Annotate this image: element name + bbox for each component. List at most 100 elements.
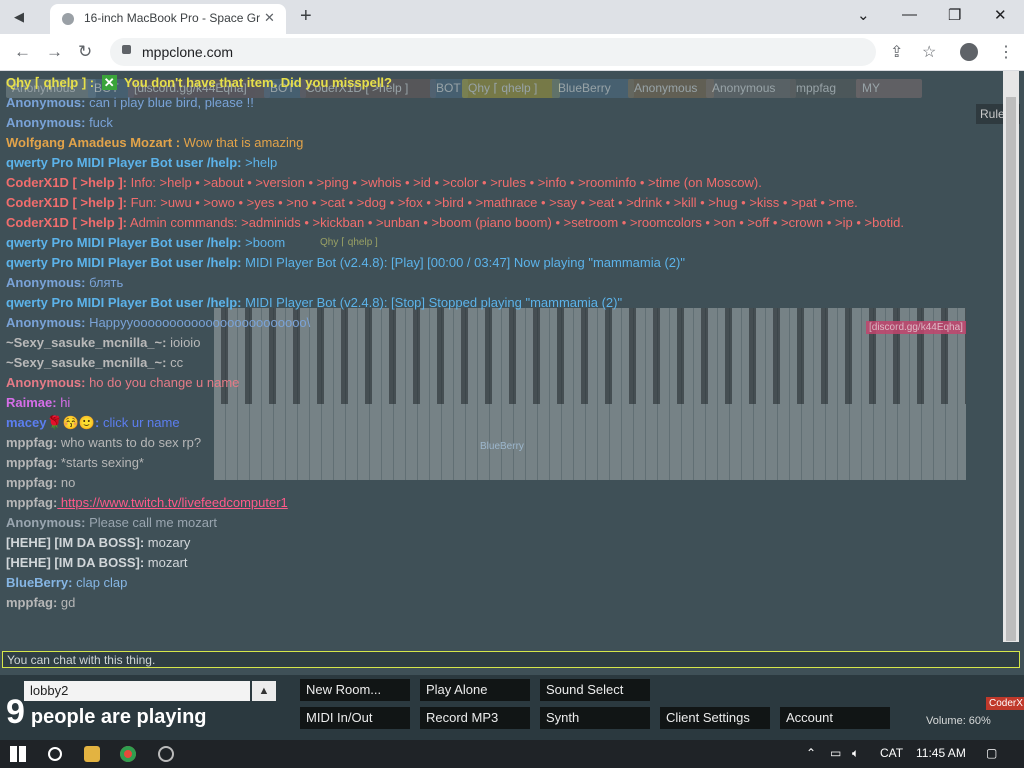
chat-sender[interactable]: BlueBerry:: [6, 575, 72, 590]
chat-text: cc: [166, 355, 184, 370]
chat-sender[interactable]: Anonymous:: [6, 95, 85, 110]
chat-text: MIDI Player Bot (v2.4.8): [Play] [00:00 …: [241, 255, 685, 270]
chat-text: gd: [57, 595, 76, 610]
back-icon[interactable]: ←: [14, 42, 31, 62]
chat-sender[interactable]: mppfag:: [6, 495, 57, 510]
tab-favicon-icon: [62, 13, 74, 25]
chat-sender[interactable]: CoderX1D [ >help ]:: [6, 175, 127, 190]
client-settings-button[interactable]: Client Settings: [660, 707, 770, 729]
notice-sender: Qhy ⌈ qhelp ] :: [6, 75, 95, 90]
chrome-icon[interactable]: [120, 746, 136, 762]
chat-message: CoderX1D [ >help ]: Fun: >uwu • >owo • >…: [6, 193, 1002, 213]
reload-icon[interactable]: ↻: [78, 42, 92, 62]
chat-sender[interactable]: CoderX1D [ >help ]:: [6, 215, 127, 230]
chat-message: macey🌹😚🙂: click ur name: [6, 413, 1002, 433]
share-icon[interactable]: ⇪: [890, 42, 903, 62]
network-icon[interactable]: ▭: [830, 746, 841, 760]
chat-sender[interactable]: Wolfgang Amadeus Mozart :: [6, 135, 180, 150]
volume-label[interactable]: Volume: 60%: [926, 715, 991, 727]
chat-message: qwerty Pro MIDI Player Bot user /help: >…: [6, 233, 1002, 253]
search-icon[interactable]: [48, 747, 62, 761]
language-indicator[interactable]: CAT: [880, 746, 903, 760]
record-mp3-button[interactable]: Record MP3: [420, 707, 530, 729]
account-button[interactable]: Account: [780, 707, 890, 729]
volume-mute-icon[interactable]: 🔈︎: [852, 746, 859, 761]
chat-message: qwerty Pro MIDI Player Bot user /help: >…: [6, 153, 1002, 173]
room-list-toggle-icon[interactable]: ▲: [252, 681, 276, 701]
new-room-button[interactable]: New Room...: [300, 679, 410, 701]
minimize-icon[interactable]: —: [902, 6, 917, 23]
status-notice: Qhy ⌈ qhelp ] : ✕ You don't have that it…: [6, 73, 1002, 93]
chat-text: Fun: >uwu • >owo • >yes • >no • >cat • >…: [127, 195, 858, 210]
profile-avatar-icon[interactable]: [960, 43, 978, 61]
app-icon[interactable]: [158, 746, 174, 762]
chat-text: >boom: [241, 235, 286, 250]
chat-sender[interactable]: mppfag:: [6, 435, 57, 450]
chat-sender[interactable]: ~Sexy_sasuke_mcnilla_~:: [6, 335, 166, 350]
tab-dropdown-icon[interactable]: ⌄: [857, 6, 870, 24]
chat-scrollbar-thumb[interactable]: [1006, 97, 1016, 641]
chat-sender[interactable]: qwerty Pro MIDI Player Bot user /help:: [6, 255, 242, 270]
chat-link[interactable]: https://www.twitch.tv/livefeedcomputer1: [57, 495, 288, 510]
player-count: 9 people are playing: [6, 693, 207, 732]
chat-sender[interactable]: Anonymous:: [6, 515, 85, 530]
tab-search-icon[interactable]: ◀: [14, 9, 24, 25]
chat-sender[interactable]: [HEHE] [IM DA BOSS]:: [6, 535, 144, 550]
maximize-icon[interactable]: ❐: [948, 6, 961, 24]
chat-message: Anonymous: Please call me mozart: [6, 513, 1002, 533]
close-window-icon[interactable]: ✕: [994, 6, 1007, 24]
chat-message: BlueBerry: clap clap: [6, 573, 1002, 593]
chat-message: Wolfgang Amadeus Mozart : Wow that is am…: [6, 133, 1002, 153]
chat-message: Raimae: hi: [6, 393, 1002, 413]
chat-input[interactable]: You can chat with this thing.: [2, 651, 1020, 668]
chat-sender[interactable]: [HEHE] [IM DA BOSS]:: [6, 555, 144, 570]
forward-icon[interactable]: →: [46, 42, 63, 62]
chat-message: mppfag: gd: [6, 593, 1002, 613]
chat-message: mppfag: https://www.twitch.tv/livefeedco…: [6, 493, 1002, 513]
chat-sender[interactable]: CoderX1D [ >help ]:: [6, 195, 127, 210]
close-tab-icon[interactable]: ✕: [264, 10, 275, 26]
chat-sender[interactable]: Anonymous:: [6, 375, 85, 390]
notifications-icon[interactable]: ▢: [986, 746, 997, 760]
chat-message: mppfag: no: [6, 473, 1002, 493]
chat-sender[interactable]: macey🌹😚🙂:: [6, 415, 99, 430]
chat-sender[interactable]: qwerty Pro MIDI Player Bot user /help:: [6, 295, 242, 310]
chat-text: who wants to do sex rp?: [57, 435, 202, 450]
synth-button[interactable]: Synth: [540, 707, 650, 729]
browser-tab[interactable]: 16-inch MacBook Pro - Space Gr ✕: [50, 4, 286, 34]
chat-message: Anonymous: ho do you change u name: [6, 373, 1002, 393]
chat-message: qwerty Pro MIDI Player Bot user /help: M…: [6, 293, 1002, 313]
os-taskbar: ⌃ ▭ 🔈︎ CAT 11:45 AM ▢: [0, 740, 1024, 768]
file-explorer-icon[interactable]: [84, 746, 100, 762]
chat-message: Anonymous: can i play blue bird, please …: [6, 93, 1002, 113]
notice-text: You don't have that item. Did you misspe…: [124, 75, 392, 90]
chat-message: Anonymous: fuck: [6, 113, 1002, 133]
chat-sender[interactable]: mppfag:: [6, 595, 57, 610]
chat-text: mozary: [144, 535, 191, 550]
address-bar[interactable]: mppclone.com: [110, 38, 876, 66]
chat-sender[interactable]: Raimae:: [6, 395, 57, 410]
new-tab-icon[interactable]: +: [300, 5, 312, 28]
chat-sender[interactable]: mppfag:: [6, 475, 57, 490]
chat-sender[interactable]: Anonymous:: [6, 315, 85, 330]
sound-select-button[interactable]: Sound Select: [540, 679, 650, 701]
clock[interactable]: 11:45 AM: [916, 746, 966, 760]
chat-text: no: [57, 475, 76, 490]
chat-sender[interactable]: qwerty Pro MIDI Player Bot user /help:: [6, 155, 242, 170]
chat-text: Admin commands: >adminids • >kickban • >…: [127, 215, 904, 230]
chat-sender[interactable]: Anonymous:: [6, 115, 85, 130]
play-alone-button[interactable]: Play Alone: [420, 679, 530, 701]
lock-icon: [122, 45, 131, 54]
chat-message: ~Sexy_sasuke_mcnilla_~: cc: [6, 353, 1002, 373]
chat-sender[interactable]: mppfag:: [6, 455, 57, 470]
menu-kebab-icon[interactable]: ⋮: [998, 42, 1014, 62]
tray-chevron-icon[interactable]: ⌃: [806, 746, 816, 760]
chat-sender[interactable]: Anonymous:: [6, 275, 85, 290]
cursor-tag-coder: CoderX: [986, 697, 1024, 710]
browser-tab-strip: ◀ 16-inch MacBook Pro - Space Gr ✕ + ⌄ —…: [0, 0, 1024, 34]
midi-inout-button[interactable]: MIDI In/Out: [300, 707, 410, 729]
bookmark-star-icon[interactable]: ☆: [922, 42, 936, 62]
chat-sender[interactable]: ~Sexy_sasuke_mcnilla_~:: [6, 355, 166, 370]
windows-start-icon[interactable]: [10, 746, 26, 762]
chat-sender[interactable]: qwerty Pro MIDI Player Bot user /help:: [6, 235, 242, 250]
